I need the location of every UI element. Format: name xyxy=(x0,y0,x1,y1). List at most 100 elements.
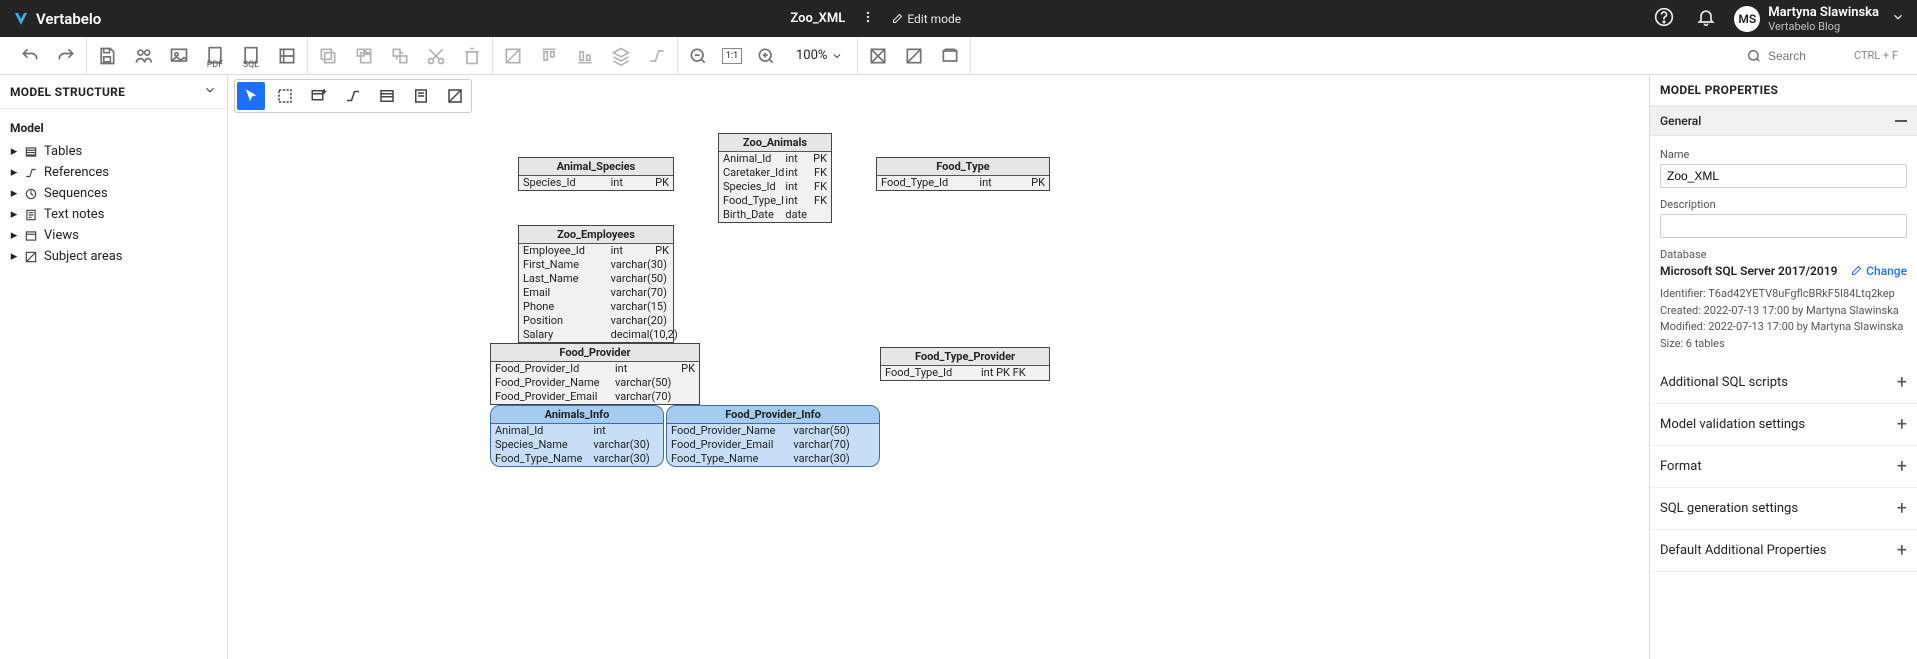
xml-export-button[interactable] xyxy=(275,44,299,68)
entity-food-provider-info[interactable]: Food_Provider_Info Food_Provider_Namevar… xyxy=(666,405,880,467)
duplicate-button[interactable] xyxy=(388,44,412,68)
right-panel-header: MODEL PROPERTIES xyxy=(1650,75,1917,106)
user-menu[interactable]: MS Martyna Slawinska Vertabelo Blog xyxy=(1734,5,1905,33)
align-bottom-button[interactable] xyxy=(573,44,597,68)
tree-item-references[interactable]: ▸ References xyxy=(8,162,219,183)
search-bar[interactable]: CTRL + F xyxy=(1737,43,1907,69)
notifications-icon[interactable] xyxy=(1692,3,1720,35)
view-icon xyxy=(24,229,38,243)
tree: Model ▸ Tables ▸ References ▸ Sequences … xyxy=(0,109,227,275)
entity-animals-info[interactable]: Animals_Info Animal_Idint Species_Nameva… xyxy=(490,405,664,467)
tree-item-textnotes[interactable]: ▸ Text notes xyxy=(8,204,219,225)
entity-zoo-animals[interactable]: Zoo_Animals Animal_IdintPK Caretaker_Idi… xyxy=(718,133,832,223)
avatar: MS xyxy=(1734,6,1760,32)
zoom-level-dropdown[interactable]: 100% xyxy=(790,48,849,63)
entity-animal-species[interactable]: Animal_Species Species_IdintPK xyxy=(518,157,674,191)
auto-layout-button[interactable] xyxy=(501,44,525,68)
plus-icon: + xyxy=(1897,372,1907,393)
cut-button[interactable] xyxy=(424,44,448,68)
note-icon xyxy=(24,208,38,222)
tree-item-tables[interactable]: ▸ Tables xyxy=(8,141,219,162)
brand-logo[interactable]: Vertabelo xyxy=(12,10,101,28)
model-description-input[interactable] xyxy=(1660,214,1907,238)
canvas[interactable]: Animal_Species Species_IdintPK Zoo_Anima… xyxy=(228,75,1649,659)
tree-item-subjectareas[interactable]: ▸ Subject areas xyxy=(8,246,219,267)
top-bar: Vertabelo Zoo_XML Edit mode MS Martyna S… xyxy=(0,0,1917,37)
layers-button[interactable] xyxy=(609,44,633,68)
identifier-line: Identifier: T6ad42YETV8uFgflcBRkF5I84Ltq… xyxy=(1660,286,1907,303)
plus-icon: + xyxy=(1897,414,1907,435)
created-line: Created: 2022-07-13 17:00 by Martyna Sla… xyxy=(1660,303,1907,320)
grid-toggle-button[interactable] xyxy=(866,44,890,68)
paste-button[interactable] xyxy=(352,44,376,68)
change-database-link[interactable]: Change xyxy=(1850,264,1907,278)
right-panel: MODEL PROPERTIES General Name Descriptio… xyxy=(1649,75,1917,659)
collapse-icon xyxy=(1895,120,1907,122)
pdf-export-button[interactable]: PDF xyxy=(203,44,227,68)
user-name: Martyna Slawinska xyxy=(1768,5,1879,20)
save-button[interactable] xyxy=(95,44,119,68)
search-icon xyxy=(1746,48,1762,64)
sql-export-button[interactable]: SQL xyxy=(239,44,263,68)
description-label: Description xyxy=(1660,198,1907,211)
chevron-down-icon[interactable] xyxy=(203,83,217,100)
user-org: Vertabelo Blog xyxy=(1768,20,1879,33)
search-shortcut: CTRL + F xyxy=(1854,49,1898,62)
database-value: Microsoft SQL Server 2017/2019 xyxy=(1660,264,1837,278)
minimap-button[interactable] xyxy=(938,44,962,68)
copy-button[interactable] xyxy=(316,44,340,68)
section-sql-generation[interactable]: SQL generation settings+ xyxy=(1650,488,1917,530)
plus-icon: + xyxy=(1897,456,1907,477)
section-default-additional[interactable]: Default Additional Properties+ xyxy=(1650,530,1917,572)
share-button[interactable] xyxy=(131,44,155,68)
section-model-validation[interactable]: Model validation settings+ xyxy=(1650,404,1917,446)
entity-food-provider[interactable]: Food_Provider Food_Provider_IdintPK Food… xyxy=(490,343,700,405)
subjectarea-icon xyxy=(24,250,38,264)
left-panel: MODEL STRUCTURE Model ▸ Tables ▸ Referen… xyxy=(0,75,228,659)
section-additional-sql[interactable]: Additional SQL scripts+ xyxy=(1650,362,1917,404)
model-title: Zoo_XML xyxy=(790,11,845,26)
section-format[interactable]: Format+ xyxy=(1650,446,1917,488)
edit-mode-indicator[interactable]: Edit mode xyxy=(891,12,961,26)
new-view-tool[interactable] xyxy=(373,82,401,110)
general-section-header[interactable]: General xyxy=(1650,106,1917,136)
brand-name: Vertabelo xyxy=(36,10,101,28)
plus-icon: + xyxy=(1897,540,1907,561)
chevron-down-icon xyxy=(1891,10,1905,28)
sequence-icon xyxy=(24,187,38,201)
zoom-in-button[interactable] xyxy=(754,44,778,68)
snap-toggle-button[interactable] xyxy=(902,44,926,68)
model-name-input[interactable] xyxy=(1660,164,1907,188)
new-reference-tool[interactable] xyxy=(339,82,367,110)
left-panel-header: MODEL STRUCTURE xyxy=(0,75,227,109)
more-icon[interactable] xyxy=(857,6,879,32)
redo-button[interactable] xyxy=(54,44,78,68)
new-table-tool[interactable] xyxy=(305,82,333,110)
new-area-tool[interactable] xyxy=(441,82,469,110)
tree-root: Model xyxy=(8,117,219,141)
search-input[interactable] xyxy=(1768,49,1848,63)
delete-button[interactable] xyxy=(460,44,484,68)
tree-item-sequences[interactable]: ▸ Sequences xyxy=(8,183,219,204)
brand-mark-icon xyxy=(12,10,30,28)
entity-food-type[interactable]: Food_Type Food_Type_IdintPK xyxy=(876,157,1050,191)
pointer-tool[interactable] xyxy=(237,82,265,110)
help-icon[interactable] xyxy=(1650,3,1678,35)
entity-food-type-provider[interactable]: Food_Type_Provider Food_Type_Idint PK FK xyxy=(880,347,1050,381)
route-button[interactable] xyxy=(645,44,669,68)
toolbar: PDF SQL 1:1 100% CTRL + F xyxy=(0,37,1917,75)
zoom-out-button[interactable] xyxy=(686,44,710,68)
undo-button[interactable] xyxy=(18,44,42,68)
image-export-button[interactable] xyxy=(167,44,191,68)
table-icon xyxy=(24,145,38,159)
modified-line: Modified: 2022-07-13 17:00 by Martyna Sl… xyxy=(1660,319,1907,336)
new-note-tool[interactable] xyxy=(407,82,435,110)
canvas-tool-strip xyxy=(234,79,472,113)
zoom-fit-button[interactable]: 1:1 xyxy=(722,48,742,64)
database-label: Database xyxy=(1660,248,1907,261)
marquee-tool[interactable] xyxy=(271,82,299,110)
plus-icon: + xyxy=(1897,498,1907,519)
entity-zoo-employees[interactable]: Zoo_Employees Employee_IdintPK First_Nam… xyxy=(518,225,674,343)
align-top-button[interactable] xyxy=(537,44,561,68)
tree-item-views[interactable]: ▸ Views xyxy=(8,225,219,246)
